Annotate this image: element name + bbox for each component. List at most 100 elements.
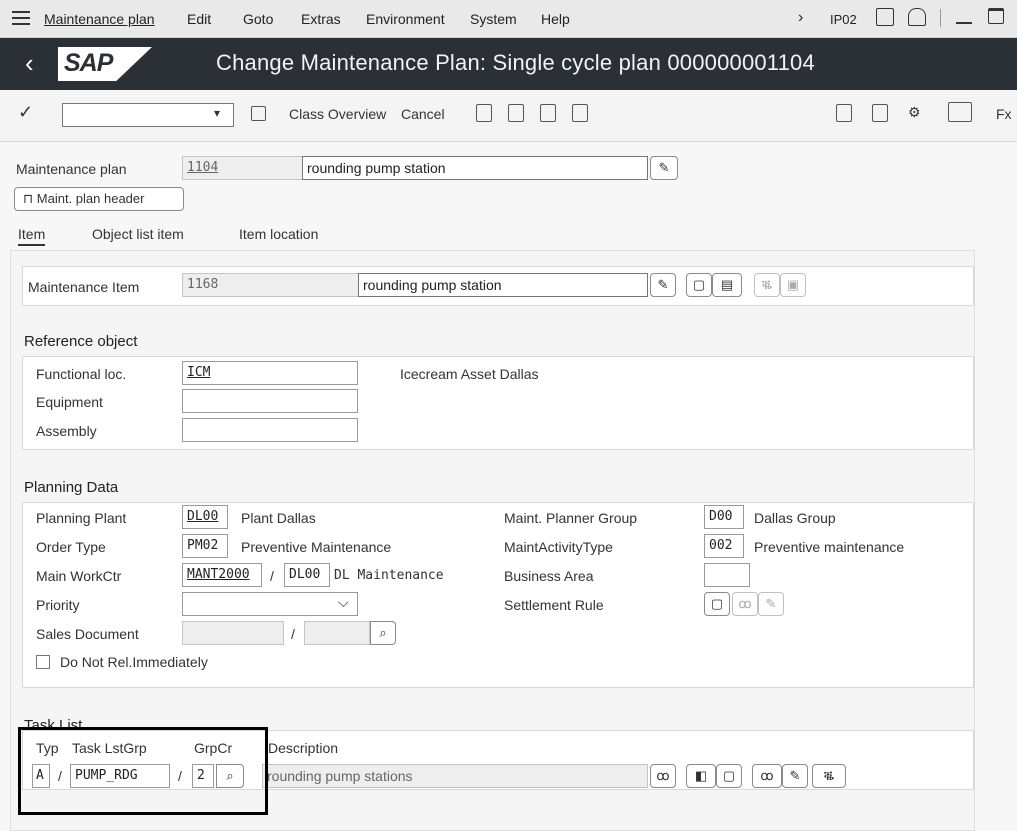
equipment-field[interactable] <box>182 389 358 413</box>
sales-doc-item-field <box>304 621 370 645</box>
activity-type-field[interactable]: 002 <box>704 534 744 558</box>
menu-bar: Maintenance plan Edit Goto Extras Enviro… <box>0 0 1017 38</box>
create-task-list-icon[interactable]: ▢ <box>716 764 742 788</box>
planner-group-field[interactable]: D00 <box>704 505 744 529</box>
equipment-label: Equipment <box>36 394 103 410</box>
toolbar: ✓ ▾ Class Overview Cancel ⚙ Fx <box>0 90 1017 142</box>
display-task-list-icon[interactable]: ꝏ <box>752 764 782 788</box>
divider <box>940 9 941 27</box>
edit-task-list-icon[interactable]: ✎ <box>782 764 808 788</box>
order-type-label: Order Type <box>36 539 106 555</box>
separator: / <box>270 568 274 584</box>
play-icon[interactable] <box>876 8 894 26</box>
last-page-icon[interactable] <box>572 104 588 122</box>
menu-help[interactable]: Help <box>541 11 570 27</box>
chevron-down-icon[interactable]: ⌵ <box>338 594 349 611</box>
dropdown-arrow-icon[interactable]: ▾ <box>214 106 220 120</box>
display-icon: ꝏ <box>732 592 758 616</box>
maintenance-item-label: Maintenance Item <box>28 279 140 295</box>
menu-system[interactable]: System <box>470 11 517 27</box>
header-icon: ⊓ <box>23 191 34 206</box>
pencil-icon: ✎ <box>758 592 784 616</box>
select-task-list-icon[interactable]: ◧ <box>686 764 716 788</box>
plan-text-field[interactable]: rounding pump station <box>302 156 648 180</box>
back-icon[interactable]: ‹ <box>25 48 34 79</box>
sales-doc-label: Sales Document <box>36 626 139 642</box>
class-overview-button[interactable]: Class Overview <box>289 106 386 122</box>
do-not-rel-label: Do Not Rel.Immediately <box>60 654 208 670</box>
main-workctr-label: Main WorkCtr <box>36 568 122 584</box>
plan-number-field: 1104 <box>182 156 304 180</box>
business-area-label: Business Area <box>504 568 594 584</box>
create-icon[interactable]: ▢ <box>686 273 712 297</box>
priority-select[interactable] <box>182 592 358 616</box>
planner-group-desc: Dallas Group <box>754 510 836 526</box>
edit-long-text-icon[interactable]: ✎ <box>650 156 678 180</box>
functional-loc-desc: Icecream Asset Dallas <box>400 366 539 382</box>
chevron-right-icon[interactable]: › <box>798 9 803 27</box>
create-session-icon[interactable] <box>836 104 852 122</box>
item-long-text-icon[interactable]: ✎ <box>650 273 676 297</box>
previous-page-icon[interactable] <box>508 104 524 122</box>
settlement-create-icon[interactable]: ▢ <box>704 592 730 616</box>
save-icon[interactable] <box>251 106 266 121</box>
planner-group-label: Maint. Planner Group <box>504 510 638 526</box>
highlight-box <box>18 727 268 815</box>
maint-plan-header-button[interactable]: ⊓ Maint. plan header <box>14 187 184 211</box>
order-type-field[interactable]: PM02 <box>182 534 228 558</box>
planning-data-title: Planning Data <box>24 479 119 496</box>
activity-type-desc: Preventive maintenance <box>754 539 905 555</box>
planning-plant-field[interactable]: DL00 <box>182 505 228 529</box>
check-icon[interactable]: ✓ <box>18 102 33 123</box>
business-area-field[interactable] <box>704 563 750 587</box>
main-workctr-desc: DL Maintenance <box>334 568 444 583</box>
menu-maintenance-plan[interactable]: Maintenance plan <box>44 11 155 27</box>
minimize-icon[interactable] <box>956 22 972 24</box>
first-page-icon[interactable] <box>476 104 492 122</box>
main-workctr-field[interactable]: MANT2000 <box>182 563 262 587</box>
menu-edit[interactable]: Edit <box>187 11 211 27</box>
next-page-icon[interactable] <box>540 104 556 122</box>
menu-goto[interactable]: Goto <box>243 11 273 27</box>
do-not-rel-checkbox[interactable] <box>36 655 50 669</box>
separator: / <box>291 626 295 642</box>
page-title: Change Maintenance Plan: Single cycle pl… <box>216 50 815 75</box>
settings-icon[interactable]: ⚙ <box>908 104 921 121</box>
tab-item-location[interactable]: Item location <box>239 226 318 242</box>
planning-plant-desc: Plant Dallas <box>241 510 316 526</box>
menu-environment[interactable]: Environment <box>366 11 445 27</box>
layout-menu-icon[interactable] <box>948 102 972 122</box>
cancel-button[interactable]: Cancel <box>401 106 445 122</box>
command-field[interactable] <box>62 103 234 127</box>
sales-doc-field <box>182 621 284 645</box>
functional-loc-field[interactable]: ICM <box>182 361 358 385</box>
task-description-field: rounding pump stations <box>262 764 648 788</box>
shortcut-icon[interactable] <box>872 104 888 122</box>
fx-button[interactable]: Fx <box>996 106 1012 122</box>
unlock-icon[interactable] <box>908 8 926 26</box>
document-icon: ▣ <box>780 273 806 297</box>
plan-label: Maintenance plan <box>16 161 127 177</box>
activity-type-label: MaintActivityType <box>504 539 613 555</box>
menu-extras[interactable]: Extras <box>301 11 341 27</box>
settlement-rule-label: Settlement Rule <box>504 597 604 613</box>
search-icon[interactable]: ⌕ <box>370 621 396 645</box>
menu-icon[interactable] <box>12 11 30 25</box>
main-workctr-plant-field[interactable]: DL00 <box>284 563 330 587</box>
item-text-field[interactable]: rounding pump station <box>358 273 648 297</box>
reference-object-title: Reference object <box>24 333 138 350</box>
assembly-label: Assembly <box>36 423 97 439</box>
tab-object-list-item[interactable]: Object list item <box>92 226 184 242</box>
tab-item[interactable]: Item <box>18 226 46 246</box>
maximize-icon[interactable] <box>988 8 1004 24</box>
long-text-display-icon[interactable]: ꝏ <box>650 764 676 788</box>
priority-label: Priority <box>36 597 80 613</box>
description-label: Description <box>268 740 339 756</box>
assembly-field[interactable] <box>182 418 358 442</box>
hierarchy-icon: ቘ <box>754 273 780 297</box>
item-settings-icon[interactable]: ▤ <box>712 273 742 297</box>
maintenance-item-field: 1168 <box>182 273 360 297</box>
functional-loc-label: Functional loc. <box>36 366 127 382</box>
order-type-desc: Preventive Maintenance <box>241 539 392 555</box>
task-hierarchy-icon[interactable]: ቘ <box>812 764 846 788</box>
